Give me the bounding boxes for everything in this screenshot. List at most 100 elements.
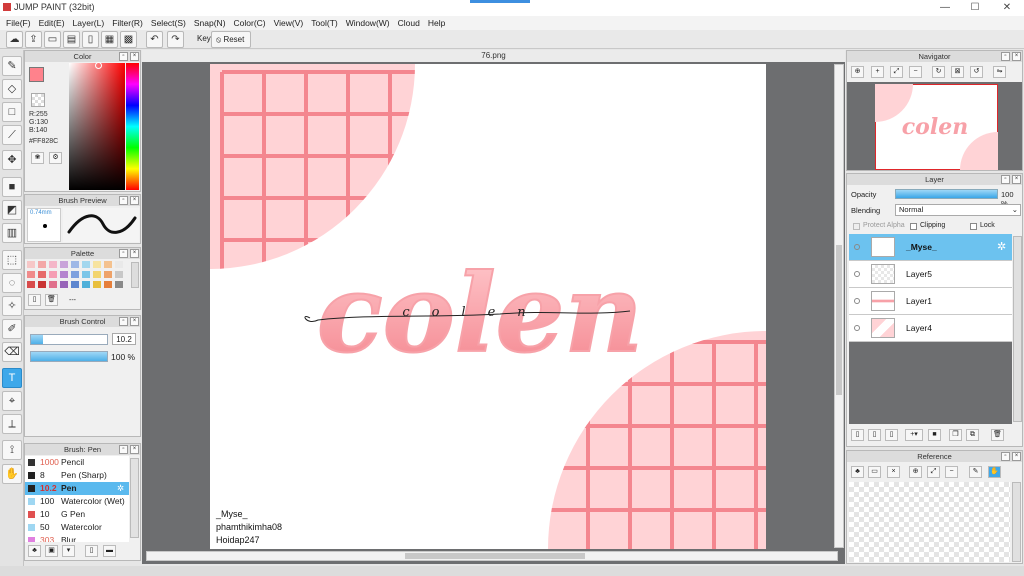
brush-size-slider[interactable]: [30, 334, 108, 345]
layer-settings-gear-icon[interactable]: ✲: [997, 240, 1006, 253]
palette-swatch[interactable]: [82, 261, 90, 268]
brush-item-watercolor-wet[interactable]: 100 Watercolor (Wet): [25, 495, 129, 508]
palette-swatch[interactable]: [60, 281, 68, 288]
brush-add-icon[interactable]: ▾: [62, 545, 75, 557]
select-eraser-tool-icon[interactable]: ⌫: [2, 342, 22, 362]
panel-float-icon[interactable]: ▫: [119, 52, 128, 61]
palette-swatch[interactable]: [104, 281, 112, 288]
reference-fit-icon[interactable]: ⤢: [927, 466, 940, 478]
flip-icon[interactable]: ⇋: [993, 66, 1006, 78]
panel-float-icon[interactable]: ▫: [1001, 452, 1010, 461]
panel-close-icon[interactable]: ×: [130, 249, 139, 258]
cloud-icon[interactable]: ☁: [6, 31, 23, 48]
minimize-button[interactable]: —: [930, 1, 960, 15]
duplicate-layer-icon[interactable]: ❐: [949, 429, 962, 441]
panel-float-icon[interactable]: ▫: [119, 249, 128, 258]
layer-row-layer5[interactable]: Layer5: [849, 261, 1012, 288]
brush-item-pen[interactable]: 10.2 Pen ✲: [25, 482, 129, 495]
visibility-icon[interactable]: [854, 325, 860, 331]
magic-wand-tool-icon[interactable]: ✧: [2, 296, 22, 316]
menu-view[interactable]: View(V): [270, 16, 308, 30]
menu-color[interactable]: Color(C): [230, 16, 270, 30]
reference-canvas[interactable]: [849, 482, 1010, 562]
brush-copy-icon[interactable]: ▯: [85, 545, 98, 557]
hue-slider[interactable]: [126, 63, 139, 190]
rotate-reset-icon[interactable]: ⊠: [951, 66, 964, 78]
reference-scrollbar[interactable]: [1012, 482, 1021, 562]
layer-row-layer4[interactable]: Layer4: [849, 315, 1012, 342]
palette-swatch-grid[interactable]: [27, 261, 131, 291]
panel-close-icon[interactable]: ×: [1012, 175, 1021, 184]
artboard[interactable]: colen colen _Myse_ phamthikimha08 Hoidap…: [210, 64, 766, 549]
reference-eyedropper-icon[interactable]: ✎: [969, 466, 982, 478]
brush-item-g-pen[interactable]: 10 G Pen: [25, 508, 129, 521]
rotate-icon[interactable]: ↻: [932, 66, 945, 78]
palette-swatch[interactable]: [115, 281, 123, 288]
menu-layer[interactable]: Layer(L): [69, 16, 109, 30]
new-raster-layer-icon[interactable]: ▯: [868, 429, 881, 441]
open-folder-icon[interactable]: ▭: [868, 466, 881, 478]
line-tool-icon[interactable]: ⟋: [2, 125, 22, 145]
menu-filter[interactable]: Filter(R): [108, 16, 147, 30]
color-wheel-icon[interactable]: ❀: [31, 152, 44, 164]
select-rect-tool-icon[interactable]: ⬚: [2, 250, 22, 270]
palette-swatch[interactable]: [82, 271, 90, 278]
blending-select[interactable]: Normal ⌄: [895, 204, 1021, 216]
rectangle-tool-icon[interactable]: □: [2, 102, 22, 122]
layout-icon[interactable]: ▦: [101, 31, 118, 48]
reset-button[interactable]: ⦸ Reset: [211, 31, 251, 48]
undo-icon[interactable]: ↶: [146, 31, 163, 48]
lasso-tool-icon[interactable]: ◌: [2, 273, 22, 293]
new-palette-icon[interactable]: ▯: [28, 294, 41, 306]
palette-swatch[interactable]: [60, 271, 68, 278]
zoom-icon[interactable]: ⊕: [851, 66, 864, 78]
scroll-thumb[interactable]: [405, 553, 585, 559]
menu-edit[interactable]: Edit(E): [35, 16, 69, 30]
menu-snap[interactable]: Snap(N): [190, 16, 230, 30]
panel-float-icon[interactable]: ▫: [119, 317, 128, 326]
redo-icon[interactable]: ↷: [167, 31, 184, 48]
reference-close-icon[interactable]: ×: [887, 466, 900, 478]
palette-swatch[interactable]: [38, 281, 46, 288]
rotate-left-icon[interactable]: ↺: [970, 66, 983, 78]
monitor-icon[interactable]: ▤: [63, 31, 80, 48]
brush-tree-icon[interactable]: ♣: [28, 545, 41, 557]
palette-swatch[interactable]: [27, 271, 35, 278]
menu-tool[interactable]: Tool(T): [307, 16, 341, 30]
layer-opacity-slider[interactable]: [895, 189, 998, 199]
close-button[interactable]: ✕: [992, 1, 1022, 15]
visibility-icon[interactable]: [854, 271, 860, 277]
operation-tool-icon[interactable]: ⌖: [2, 391, 22, 411]
palette-swatch[interactable]: [71, 261, 79, 268]
merge-layer-icon[interactable]: ⧉: [966, 429, 979, 441]
navigator-preview[interactable]: colen: [847, 82, 1022, 170]
menu-file[interactable]: File(F): [2, 16, 35, 30]
select-pen-tool-icon[interactable]: ✐: [2, 319, 22, 339]
palette-swatch[interactable]: [49, 271, 57, 278]
hand-tool-icon[interactable]: ✋: [2, 464, 22, 484]
palette-swatch[interactable]: [27, 261, 35, 268]
brush-group-icon[interactable]: ▬: [103, 545, 116, 557]
transparent-color-swatch[interactable]: [31, 93, 45, 107]
move-tool-icon[interactable]: ✥: [2, 150, 22, 170]
palette-swatch[interactable]: [49, 281, 57, 288]
reference-hand-icon[interactable]: ✋: [988, 466, 1001, 478]
add-layer-menu-icon[interactable]: +▾: [905, 429, 923, 441]
text-tool-icon[interactable]: T: [2, 368, 22, 388]
maximize-button[interactable]: ☐: [960, 1, 990, 15]
brush-item-blur[interactable]: 303 Blur: [25, 534, 129, 542]
document-icon[interactable]: ▯: [82, 31, 99, 48]
palette-swatch[interactable]: [115, 261, 123, 268]
layer-row-myse[interactable]: _Myse_ ✲: [849, 234, 1012, 261]
gradient-tool-icon[interactable]: ▥: [2, 223, 22, 243]
main-color-swatch[interactable]: [29, 67, 44, 82]
brush-folder-icon[interactable]: ▣: [45, 545, 58, 557]
new-layer-icon[interactable]: ▯: [851, 429, 864, 441]
palette-swatch[interactable]: [104, 261, 112, 268]
layer-row-layer1[interactable]: Layer1: [849, 288, 1012, 315]
new-folder-icon[interactable]: ■: [928, 429, 941, 441]
reference-tree-icon[interactable]: ♣: [851, 466, 864, 478]
palette-swatch[interactable]: [82, 281, 90, 288]
brush-tool-icon[interactable]: ✎: [2, 56, 22, 76]
color-picker-icon[interactable]: ⚙: [49, 152, 62, 164]
